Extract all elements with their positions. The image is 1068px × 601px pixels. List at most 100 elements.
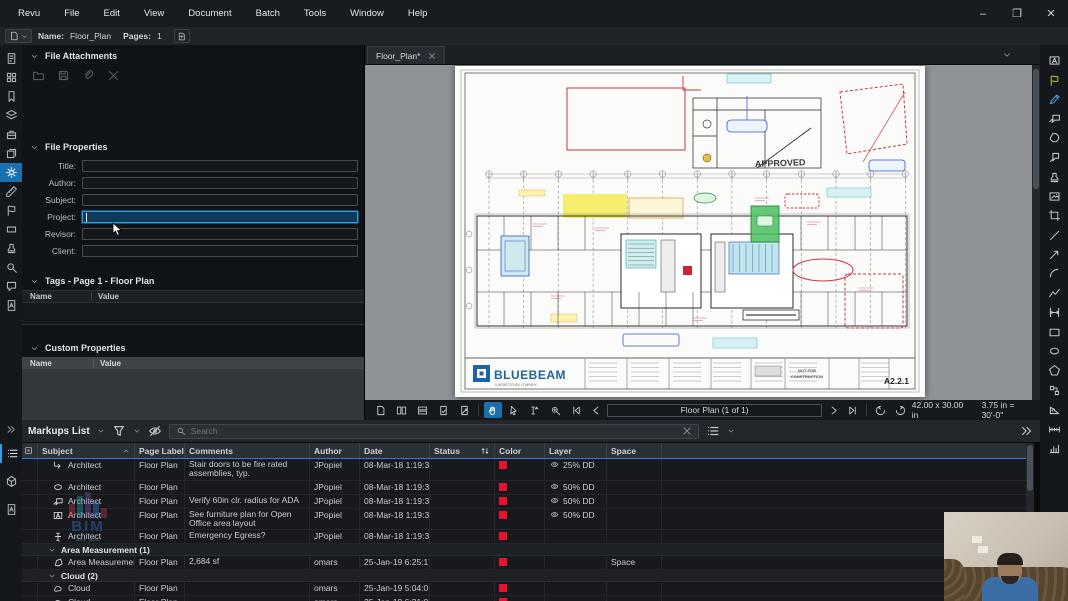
menu-window[interactable]: Window — [340, 4, 394, 23]
stamp-tool-button[interactable] — [1043, 167, 1065, 186]
layer-visibility-icon[interactable] — [549, 482, 560, 491]
select-text-tool-button[interactable] — [526, 402, 544, 418]
markup-row[interactable]: ArchitectFloor PlanSee furniture plan fo… — [22, 509, 1026, 531]
panel-tab-windows[interactable] — [0, 144, 22, 163]
file-attachments-section[interactable]: File Attachments — [22, 45, 364, 65]
panel-tab-thumbnails[interactable] — [0, 68, 22, 87]
panel-tab-search[interactable] — [0, 258, 22, 277]
panel-tab-stamps[interactable] — [0, 239, 22, 258]
menu-view[interactable]: View — [134, 4, 174, 23]
panel-tab-signatures[interactable] — [0, 201, 22, 220]
next-page-button[interactable] — [825, 402, 842, 418]
dimension-tool-button[interactable] — [1043, 303, 1065, 322]
panel-tab-layers[interactable] — [0, 106, 22, 125]
panel-tab-bookmarks[interactable] — [0, 87, 22, 106]
columns-icon[interactable] — [706, 424, 720, 438]
expand-panel-icon[interactable] — [6, 424, 17, 435]
tags-section[interactable]: Tags - Page 1 - Floor Plan — [22, 270, 364, 290]
arrow-tool-button[interactable] — [1043, 245, 1065, 264]
last-page-button[interactable] — [845, 402, 862, 418]
callout-tool-button[interactable] — [1043, 109, 1065, 128]
subject-field[interactable] — [82, 194, 358, 206]
select-all-icon[interactable] — [22, 443, 38, 458]
author-field[interactable] — [82, 177, 358, 189]
polygon-cloud-tool-button[interactable] — [1043, 129, 1065, 148]
markup-row[interactable]: CloudFloor Planomars25-Jan-19 6:31:07 P.… — [22, 596, 1026, 601]
polyline-tool-button[interactable] — [1043, 284, 1065, 303]
tags-col-value[interactable]: Value — [92, 292, 119, 301]
tags-table-body[interactable] — [22, 303, 364, 325]
panel-tab-measurements[interactable] — [0, 182, 22, 201]
tab-list-chevron-icon[interactable] — [1002, 50, 1012, 60]
zoom-tool-button[interactable] — [547, 402, 565, 418]
panel-tab-comments[interactable] — [0, 277, 22, 296]
col-subject[interactable]: Subject — [38, 443, 135, 458]
markup-row[interactable]: CloudFloor Planomars25-Jan-19 5:04:01 P.… — [22, 582, 1026, 596]
page-indicator[interactable]: Floor Plan (1 of 1) — [607, 404, 821, 417]
color-swatch[interactable] — [499, 584, 507, 592]
menu-document[interactable]: Document — [178, 4, 241, 23]
layer-visibility-icon[interactable] — [549, 460, 560, 469]
markup-row[interactable]: ArchitectFloor PlanVerify 60in clr. radi… — [22, 495, 1026, 509]
panel-tab-shapes[interactable] — [0, 220, 22, 239]
measure-count-tool-button[interactable] — [1043, 439, 1065, 458]
save-attachment-icon[interactable] — [57, 69, 70, 82]
color-swatch[interactable] — [499, 558, 507, 566]
col-date[interactable]: Date — [360, 443, 430, 458]
markup-row[interactable]: ArchitectFloor PlanEmergency Egress?JPop… — [22, 530, 1026, 544]
snapshot-tool-button[interactable] — [1043, 381, 1065, 400]
delete-attachment-icon[interactable] — [107, 69, 120, 82]
revisor-field[interactable] — [82, 228, 358, 240]
previous-page-button[interactable] — [588, 402, 605, 418]
col-status[interactable]: Status — [430, 443, 495, 458]
title-field[interactable] — [82, 160, 358, 172]
color-swatch[interactable] — [499, 511, 507, 519]
minimize-button[interactable]: – — [966, 0, 1000, 27]
filter-icon[interactable] — [112, 424, 126, 438]
color-swatch[interactable] — [499, 532, 507, 540]
collapse-group-icon[interactable] — [48, 572, 56, 580]
arc-tool-button[interactable] — [1043, 264, 1065, 283]
markup-summary-tab[interactable] — [0, 500, 22, 519]
markups-list-tab[interactable] — [0, 444, 22, 463]
restore-button[interactable]: ❐ — [1000, 0, 1034, 27]
ellipse-tool-button[interactable] — [1043, 342, 1065, 361]
canvas-scrollbar[interactable] — [1032, 65, 1040, 400]
clear-search-icon[interactable] — [682, 426, 692, 436]
polygon-tool-button[interactable] — [1043, 361, 1065, 380]
hide-markups-icon[interactable] — [148, 424, 162, 438]
document-menu-button[interactable] — [5, 29, 32, 43]
color-swatch[interactable] — [499, 483, 507, 491]
text-box-tool-button[interactable] — [1043, 51, 1065, 70]
line-tool-button[interactable] — [1043, 226, 1065, 245]
col-color[interactable]: Color — [495, 443, 545, 458]
menu-tools[interactable]: Tools — [294, 4, 336, 23]
image-tool-button[interactable] — [1043, 187, 1065, 206]
col-layer[interactable]: Layer — [545, 443, 607, 458]
tab-floor-plan[interactable]: Floor_Plan* — [367, 46, 445, 64]
markup-row[interactable]: ArchitectFloor PlanStair doors to be fir… — [22, 458, 1026, 481]
pdf-page[interactable]: APPROVED — [455, 66, 925, 397]
col-space[interactable]: Space — [607, 443, 662, 458]
measure-length-tool-button[interactable] — [1043, 419, 1065, 438]
collapse-group-icon[interactable] — [48, 546, 56, 554]
search-input[interactable] — [191, 426, 677, 436]
client-field[interactable] — [82, 245, 358, 257]
file-properties-section[interactable]: File Properties — [22, 136, 364, 156]
markup-row[interactable]: Area MeasurementFloor Plan2,684 sfomars2… — [22, 556, 1026, 570]
panel-tab-properties[interactable] — [0, 163, 22, 182]
color-swatch[interactable] — [499, 497, 507, 505]
cp-col-value[interactable]: Value — [94, 359, 121, 368]
pdf-canvas[interactable]: APPROVED — [365, 65, 1040, 400]
split-vertical-button[interactable] — [434, 402, 452, 418]
open-attachment-icon[interactable] — [32, 69, 45, 82]
menu-revu[interactable]: Revu — [8, 4, 50, 23]
crop-tool-button[interactable] — [1043, 206, 1065, 225]
overflow-icon[interactable] — [1020, 424, 1034, 438]
previous-view-button[interactable] — [872, 402, 889, 418]
panel-tab-markup-summary[interactable] — [0, 296, 22, 315]
col-comments[interactable]: Comments — [185, 443, 310, 458]
menu-help[interactable]: Help — [398, 4, 438, 23]
menu-file[interactable]: File — [54, 4, 89, 23]
menu-edit[interactable]: Edit — [94, 4, 130, 23]
